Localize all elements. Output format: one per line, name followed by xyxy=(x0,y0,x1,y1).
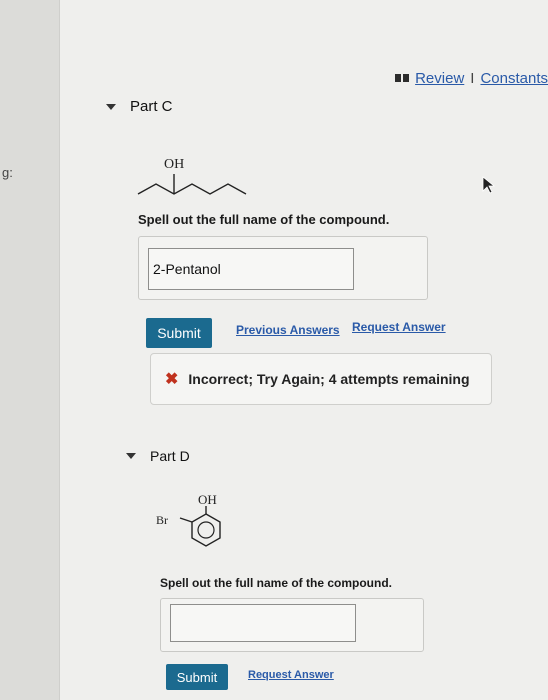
part-c-answer-field[interactable]: 2-Pentanol xyxy=(148,248,354,290)
part-d-answer-field[interactable] xyxy=(170,604,356,642)
part-d-submit-button[interactable]: Submit xyxy=(166,664,228,690)
br-label: Br xyxy=(156,513,168,527)
part-d-prompt: Spell out the full name of the compound. xyxy=(160,576,392,590)
feedback-text: Incorrect; Try Again; 4 attempts remaini… xyxy=(188,371,470,387)
left-panel-edge: g: xyxy=(0,0,60,700)
carbon-chain xyxy=(137,183,247,195)
left-fragment-text: g: xyxy=(2,165,13,180)
collapse-caret-icon[interactable] xyxy=(106,103,116,110)
benzene-ring xyxy=(191,513,221,547)
collapse-caret-icon[interactable] xyxy=(126,453,136,459)
x-icon: ✖ xyxy=(165,371,179,388)
oh-label: OH xyxy=(164,157,184,172)
part-c-submit-button[interactable]: Submit xyxy=(146,318,212,348)
aromatic-circle xyxy=(197,521,215,539)
constants-link[interactable]: Constants xyxy=(480,70,548,87)
part-d-molecule-structure: OH Br xyxy=(156,492,221,547)
previous-answers-link[interactable]: Previous Answers xyxy=(236,323,340,337)
part-c-title: Part C xyxy=(130,98,173,115)
oh-label: OH xyxy=(198,492,217,507)
part-c-request-answer-link[interactable]: Request Answer xyxy=(352,320,446,334)
br-bond xyxy=(179,517,193,523)
part-d-header[interactable]: Part D xyxy=(126,448,190,464)
feedback-banner: ✖ Incorrect; Try Again; 4 attempts remai… xyxy=(150,353,492,405)
part-c-header[interactable]: Part C xyxy=(106,98,173,115)
link-separator: I xyxy=(470,69,475,87)
review-link[interactable]: Review xyxy=(415,70,464,87)
part-c-molecule-structure: OH xyxy=(137,157,247,195)
book-icon xyxy=(395,74,410,82)
part-d-title: Part D xyxy=(150,448,190,464)
problem-sheet: Review I Constants Part C OH Spell out t… xyxy=(60,0,548,700)
mouse-cursor-icon xyxy=(482,176,496,194)
part-c-prompt: Spell out the full name of the compound. xyxy=(138,212,390,227)
resource-links: Review I Constants xyxy=(395,68,548,88)
part-d-request-answer-link[interactable]: Request Answer xyxy=(248,669,334,681)
